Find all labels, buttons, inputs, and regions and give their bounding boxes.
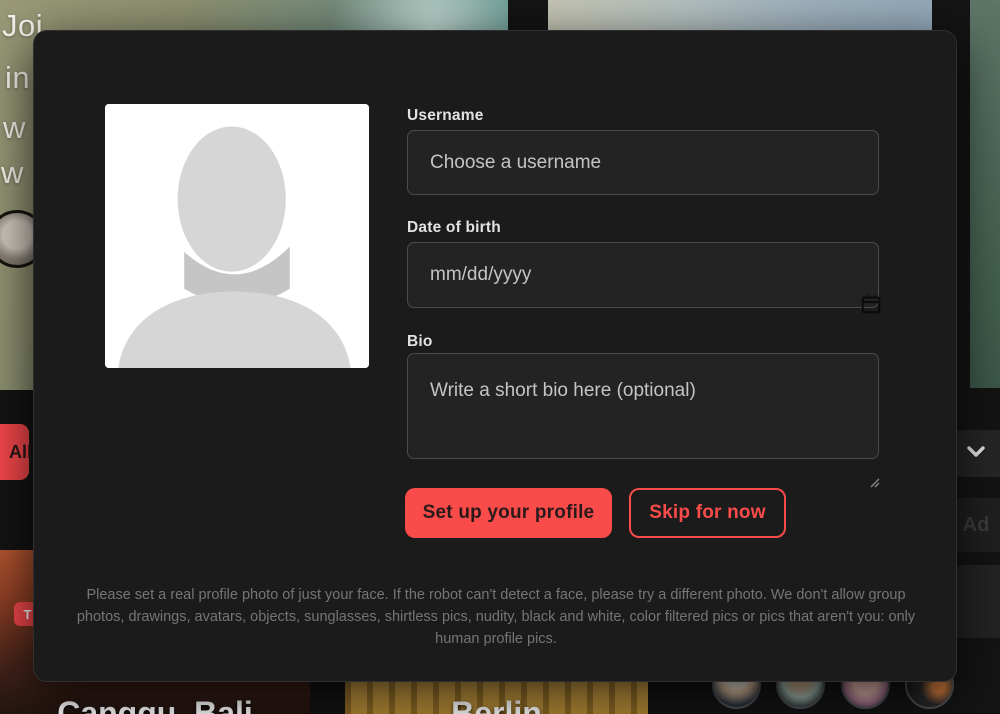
dob-label: Date of birth (407, 219, 501, 236)
dob-input[interactable] (407, 242, 879, 308)
card-title: Berlin (451, 695, 542, 714)
hero-text-fragment: in (5, 60, 31, 95)
resize-handle-icon[interactable] (870, 475, 880, 488)
profile-setup-modal: Username Date of birth Bio Set up your p… (33, 30, 957, 682)
sky-image (548, 0, 932, 32)
username-label: Username (407, 107, 484, 124)
chevron-down-icon (967, 445, 985, 463)
side-panel (952, 565, 1000, 638)
card-title: Canggu, Bali (57, 695, 253, 714)
side-image (970, 0, 1000, 388)
hero-text-fragment: w (3, 110, 26, 145)
bio-textarea[interactable] (407, 353, 879, 459)
background-page: Joi in w w All Ad T Canggu, Bali Berlin (0, 0, 1000, 714)
username-input[interactable] (407, 130, 879, 195)
calendar-icon[interactable] (860, 293, 882, 315)
person-silhouette-icon (105, 104, 369, 368)
setup-profile-button[interactable]: Set up your profile (405, 488, 612, 538)
profile-photo-placeholder[interactable] (105, 104, 369, 368)
filter-all-button[interactable]: All (0, 424, 32, 480)
hero-text-fragment: w (1, 155, 24, 190)
dropdown-button[interactable] (952, 430, 1000, 477)
bio-label: Bio (407, 333, 433, 350)
skip-button[interactable]: Skip for now (629, 488, 786, 538)
ad-label: Ad (952, 498, 1000, 552)
photo-policy-disclaimer: Please set a real profile photo of just … (76, 587, 916, 647)
